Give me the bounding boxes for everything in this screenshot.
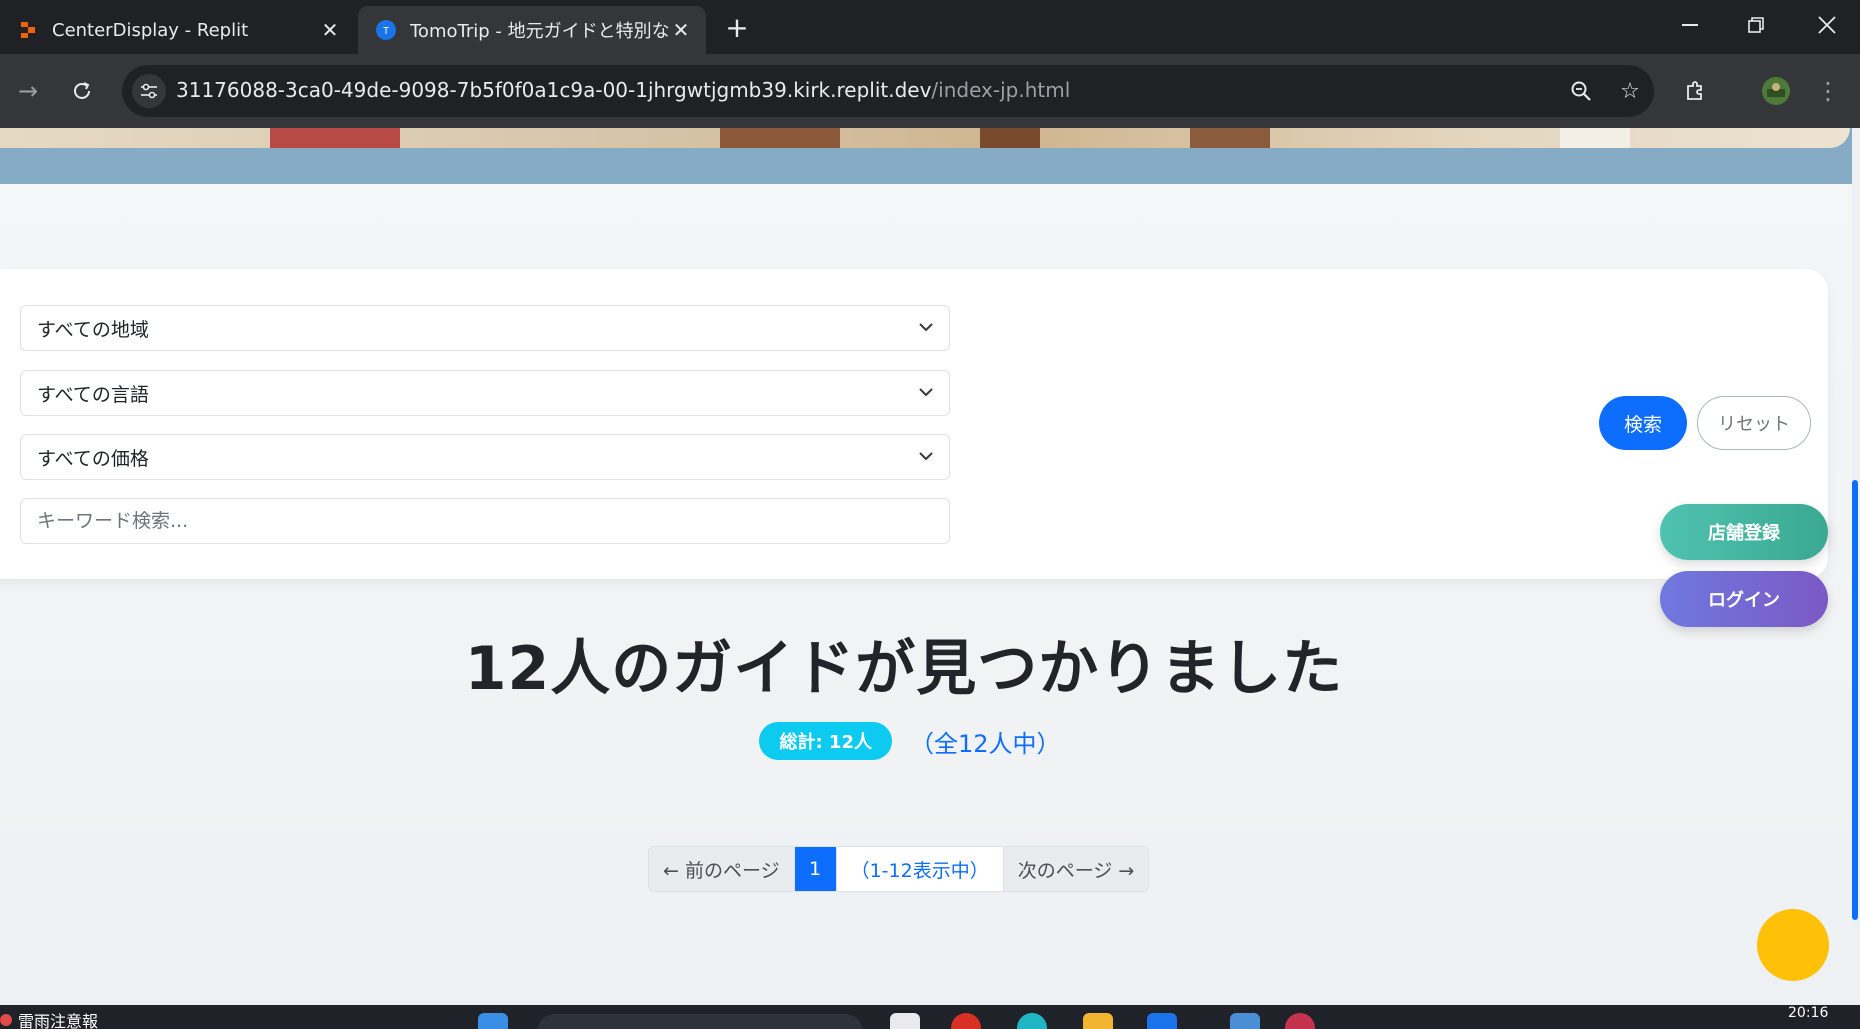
- chevron-down-icon: [919, 452, 933, 461]
- url-host: 31176088-3ca0-49de-9098-7b5f0f0a1c9a-00-…: [176, 78, 932, 102]
- keyword-search-input[interactable]: [20, 498, 950, 544]
- tab-title: TomoTrip - 地元ガイドと特別な旅: [410, 21, 670, 42]
- bookmark-star-icon[interactable]: ☆: [1615, 76, 1645, 106]
- url-path: /index-jp.html: [931, 78, 1071, 102]
- weather-alert-icon: [0, 1014, 12, 1026]
- app-icon[interactable]: [1285, 1013, 1315, 1029]
- folder-icon[interactable]: [1083, 1013, 1113, 1029]
- minimize-icon[interactable]: [1657, 0, 1723, 50]
- reset-button[interactable]: リセット: [1697, 396, 1811, 450]
- browser-toolbar: → 31176088-3ca0-49de-9098-7b5f0f0a1c9a-0…: [0, 54, 1860, 128]
- page-viewport: すべての地域 すべての言語 すべての価格 検索 リセット 店舗登録 ログイン 1…: [0, 128, 1860, 1005]
- zoom-icon[interactable]: [1566, 76, 1596, 106]
- taskbar-clock[interactable]: 20:16: [1788, 1005, 1828, 1021]
- next-page-button[interactable]: 次のページ →: [1003, 847, 1149, 891]
- tab-tomotrip[interactable]: T TomoTrip - 地元ガイドと特別な旅 ✕: [358, 6, 706, 54]
- chevron-down-icon: [919, 388, 933, 397]
- restore-icon[interactable]: [1723, 0, 1789, 50]
- language-select-value: すべての言語: [37, 383, 149, 406]
- reload-icon[interactable]: [62, 71, 102, 111]
- total-badge: 総計: 12人: [759, 722, 892, 760]
- tomotrip-icon: T: [376, 20, 396, 40]
- pagination: ← 前のページ 1 （1-12表示中） 次のページ →: [648, 846, 1150, 892]
- weather-text: 雷雨注意報: [18, 1012, 99, 1029]
- edge-icon[interactable]: [1017, 1013, 1047, 1029]
- hero-image: [0, 128, 1850, 148]
- taskbar-search[interactable]: [537, 1014, 863, 1029]
- app-icon[interactable]: [1230, 1013, 1260, 1029]
- svg-text:T: T: [383, 26, 389, 37]
- total-count-text: （全12人中）: [909, 729, 1061, 758]
- page-1-button[interactable]: 1: [794, 847, 837, 891]
- close-icon[interactable]: ✕: [670, 18, 692, 42]
- replit-icon: [18, 20, 38, 40]
- page-scrollbar-thumb[interactable]: [1852, 480, 1858, 920]
- language-select[interactable]: すべての言語: [20, 370, 950, 416]
- url-text: 31176088-3ca0-49de-9098-7b5f0f0a1c9a-00-…: [176, 78, 1070, 102]
- more-menu-icon[interactable]: ⋮: [1808, 71, 1848, 111]
- new-tab-button[interactable]: +: [720, 10, 754, 44]
- chevron-down-icon: [919, 323, 933, 332]
- mail-icon[interactable]: [1147, 1013, 1177, 1029]
- chat-fab-button[interactable]: [1757, 909, 1829, 981]
- page-range-info: （1-12表示中）: [836, 847, 1004, 891]
- browser-tab-bar: CenterDisplay - Replit ✕ T TomoTrip - 地元…: [0, 0, 1860, 54]
- start-icon[interactable]: [478, 1013, 508, 1029]
- extensions-icon[interactable]: [1675, 71, 1715, 111]
- login-button[interactable]: ログイン: [1660, 571, 1828, 627]
- prev-page-button[interactable]: ← 前のページ: [649, 847, 795, 891]
- close-icon[interactable]: ✕: [319, 18, 341, 42]
- chrome-icon[interactable]: [951, 1013, 981, 1029]
- results-meta: 総計: 12人 （全12人中）: [0, 722, 1808, 760]
- weather-widget[interactable]: 雷雨注意報: [0, 1008, 98, 1029]
- region-select-value: すべての地域: [37, 318, 149, 341]
- region-select[interactable]: すべての地域: [20, 305, 950, 351]
- taskbar: 雷雨注意報 20:16: [0, 1005, 1860, 1029]
- profile-avatar[interactable]: [1756, 71, 1796, 111]
- hero-banner: [0, 128, 1852, 184]
- price-select-value: すべての価格: [37, 447, 149, 470]
- site-info-icon[interactable]: [132, 74, 166, 108]
- results-title: 12人のガイドが見つかりました: [464, 634, 1344, 704]
- search-button[interactable]: 検索: [1599, 396, 1687, 450]
- tab-centerdisplay[interactable]: CenterDisplay - Replit ✕: [0, 6, 355, 54]
- address-bar[interactable]: 31176088-3ca0-49de-9098-7b5f0f0a1c9a-00-…: [122, 65, 1654, 117]
- taskview-icon[interactable]: [890, 1013, 920, 1029]
- window-close-icon[interactable]: [1794, 0, 1860, 50]
- tab-title: CenterDisplay - Replit: [52, 19, 249, 41]
- store-register-button[interactable]: 店舗登録: [1660, 504, 1828, 560]
- forward-icon[interactable]: →: [8, 71, 48, 111]
- price-select[interactable]: すべての価格: [20, 434, 950, 480]
